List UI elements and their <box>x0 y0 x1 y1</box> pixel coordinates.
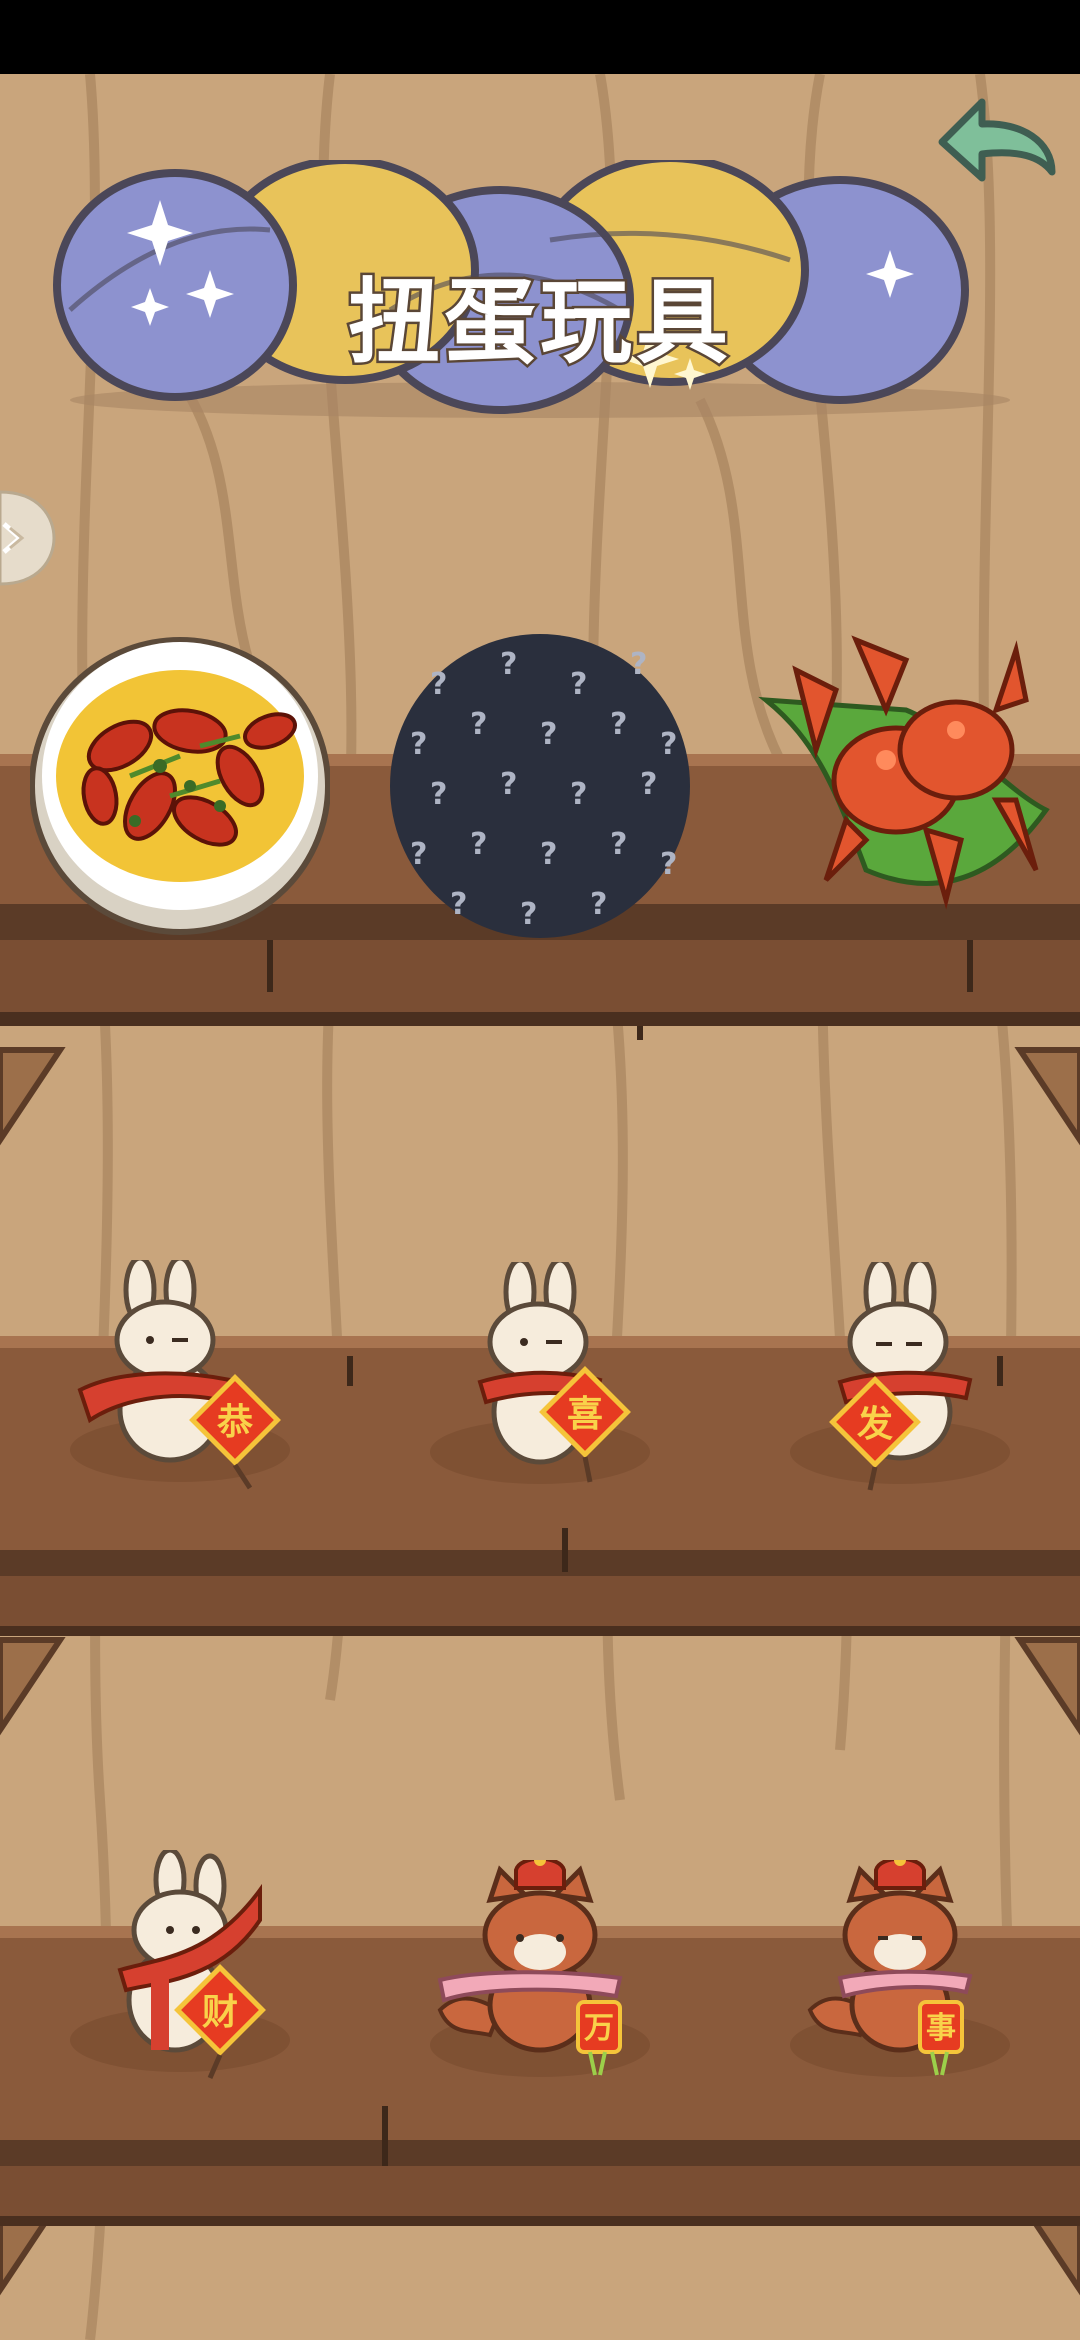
collection-slot-bunny-cai[interactable]: 财 <box>60 1850 300 2080</box>
svg-text:?: ? <box>570 777 587 812</box>
svg-text:?: ? <box>520 897 537 932</box>
sign-character: 财 <box>202 1992 238 2033</box>
back-arrow-icon[interactable] <box>922 92 1062 202</box>
svg-text:?: ? <box>430 777 447 812</box>
svg-text:?: ? <box>610 707 627 742</box>
collection-slot-fox-wan[interactable]: 万 <box>420 1860 660 2090</box>
svg-text:?: ? <box>500 767 517 802</box>
sign-character: 事 <box>926 2011 956 2046</box>
crab-dish-image <box>758 635 1050 910</box>
collection-slot-locked[interactable]: ???? ????? ???? ????? ??? <box>390 634 690 938</box>
svg-text:?: ? <box>660 727 677 762</box>
collection-slot-crayfish[interactable] <box>30 636 330 936</box>
sign-character: 万 <box>584 2011 614 2046</box>
sign-character: 喜 <box>567 1394 603 1435</box>
bunny-image: 恭 <box>70 1260 290 1490</box>
bunny-image: 发 <box>790 1262 1010 1491</box>
svg-text:?: ? <box>540 837 557 872</box>
collection-slot-bunny-gong[interactable]: 恭 <box>60 1260 300 1490</box>
sign-character: 恭 <box>216 1402 253 1443</box>
crayfish-dish-image <box>30 637 330 935</box>
bunny-image: 喜 <box>430 1262 650 1484</box>
svg-text:?: ? <box>470 827 487 862</box>
svg-text:?: ? <box>590 887 607 922</box>
fox-image: 事 <box>790 1860 1010 2077</box>
svg-text:?: ? <box>660 847 677 882</box>
svg-text:?: ? <box>430 667 447 702</box>
svg-text:?: ? <box>500 647 517 682</box>
collection-slot-crab[interactable] <box>756 630 1056 930</box>
collection-slot-bunny-xi[interactable]: 喜 <box>420 1262 660 1492</box>
status-bar <box>0 0 1080 74</box>
svg-text:?: ? <box>470 707 487 742</box>
sign-character: 发 <box>857 1404 893 1445</box>
collection-slot-bunny-fa[interactable]: 发 <box>780 1262 1020 1492</box>
page-title: 扭蛋玩具 <box>345 267 732 379</box>
fox-image: 万 <box>430 1860 650 2077</box>
svg-text:?: ? <box>410 837 427 872</box>
svg-text:?: ? <box>610 827 627 862</box>
svg-text:?: ? <box>410 727 427 762</box>
svg-text:?: ? <box>640 767 657 802</box>
svg-text:?: ? <box>630 647 647 682</box>
screen: 扭蛋玩具 ? ? ? ? ? ? ? ? ? ? ? ? ? ? ? ? ? ?… <box>0 0 1080 2340</box>
question-mark-icon: ???? ????? ???? ????? ??? <box>390 634 690 938</box>
svg-text:?: ? <box>540 717 557 752</box>
svg-text:?: ? <box>570 667 587 702</box>
collection-slot-fox-shi[interactable]: 事 <box>780 1860 1020 2090</box>
bunny-image: 财 <box>70 1850 290 2079</box>
side-expand-icon[interactable] <box>0 488 56 588</box>
svg-text:?: ? <box>450 887 467 922</box>
